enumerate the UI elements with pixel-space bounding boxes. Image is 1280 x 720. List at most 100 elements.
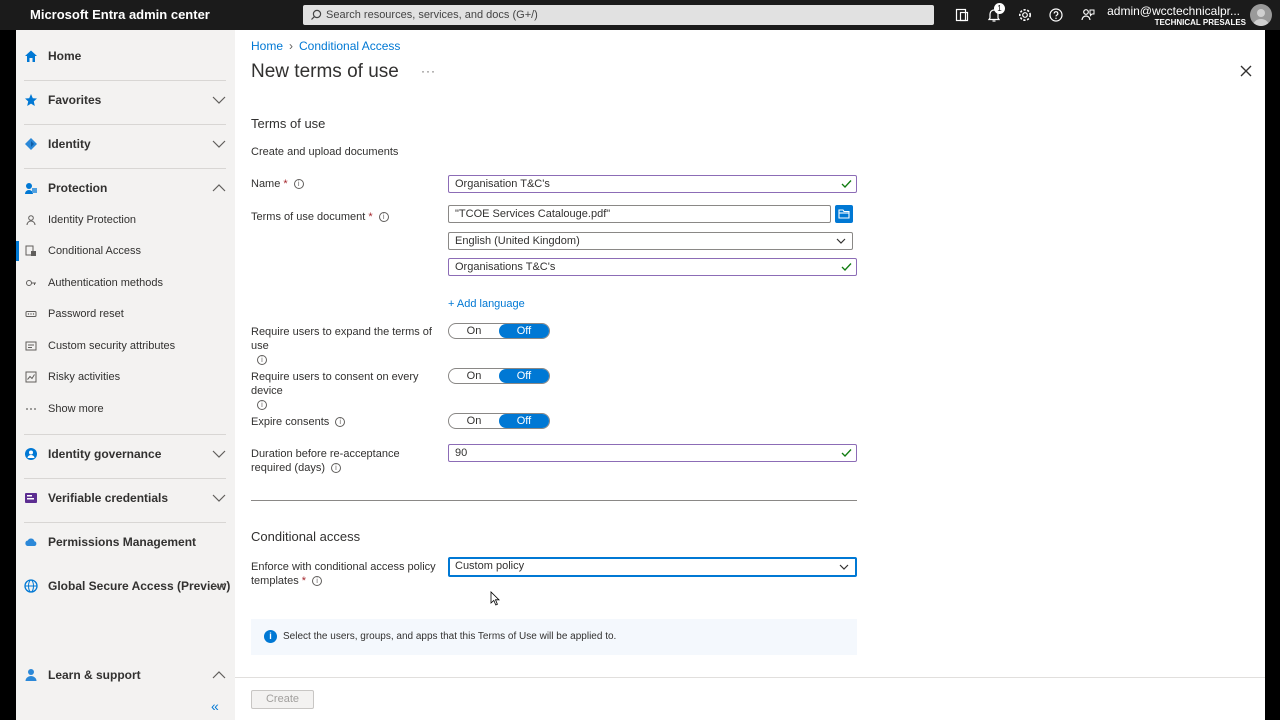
folder-icon: [838, 209, 850, 219]
sidebar-item-identity-protection[interactable]: Identity Protection: [16, 206, 235, 236]
check-icon: [841, 180, 852, 188]
chevron-down-icon: [212, 450, 226, 458]
sidebar-item-label: Risky activities: [48, 371, 121, 383]
sidebar-item-home[interactable]: Home: [16, 35, 235, 79]
expand-terms-toggle[interactable]: On Off: [448, 323, 550, 339]
left-edge: [0, 30, 16, 720]
sidebar-item-global-secure-access[interactable]: Global Secure Access (Preview): [16, 565, 235, 609]
terms-doc-file-input[interactable]: "TCOE Services Catalouge.pdf": [448, 205, 831, 223]
help-icon[interactable]: [1048, 7, 1064, 23]
expand-terms-label: Require users to expand the terms of use…: [251, 325, 441, 367]
close-icon[interactable]: [1240, 65, 1252, 77]
browse-file-button[interactable]: [835, 205, 853, 223]
toggle-off-option[interactable]: Off: [499, 369, 549, 383]
sidebar-item-risky-activities[interactable]: Risky activities: [16, 363, 235, 393]
enforce-policy-dropdown[interactable]: Custom policy: [448, 557, 857, 577]
chevron-down-icon: [212, 96, 226, 104]
terms-doc-label: Terms of use document * i: [251, 210, 389, 224]
consent-every-device-toggle[interactable]: On Off: [448, 368, 550, 384]
info-icon[interactable]: i: [312, 576, 323, 587]
sidebar-item-password-reset[interactable]: Password reset: [16, 300, 235, 330]
sidebar-item-label: Identity: [48, 137, 91, 151]
terms-section-title: Terms of use: [251, 116, 326, 131]
name-label: Name * i: [251, 177, 304, 191]
info-icon[interactable]: i: [293, 179, 304, 190]
breadcrumb-conditional-access-link[interactable]: Conditional Access: [299, 39, 400, 53]
info-icon[interactable]: i: [257, 400, 267, 411]
duration-label: Duration before re-acceptance required (…: [251, 447, 441, 475]
sidebar-item-learn-support[interactable]: Learn & support: [16, 654, 235, 698]
name-input[interactable]: Organisation T&C's: [448, 175, 857, 193]
notification-badge: 1: [994, 3, 1005, 14]
sidebar-item-conditional-access[interactable]: Conditional Access: [16, 237, 235, 267]
expire-consents-label-text: Expire consents: [251, 416, 330, 428]
expire-consents-toggle[interactable]: On Off: [448, 413, 550, 429]
sidebar-item-label: Permissions Management: [48, 535, 197, 549]
required-marker: *: [283, 178, 288, 190]
gear-icon[interactable]: [1017, 7, 1033, 23]
feedback-icon[interactable]: [1080, 7, 1096, 23]
sidebar-item-label: Home: [48, 49, 82, 63]
expand-terms-label-text: Require users to expand the terms of use: [251, 326, 432, 352]
sidebar-item-label: Custom security attributes: [48, 340, 176, 352]
toggle-off-option[interactable]: Off: [499, 414, 549, 428]
info-icon[interactable]: i: [330, 463, 341, 474]
sidebar-item-label: Identity Protection: [48, 214, 137, 226]
create-button[interactable]: Create: [251, 690, 314, 709]
sidebar-item-favorites[interactable]: Favorites: [16, 79, 235, 123]
consent-every-device-label: Require users to consent on every device…: [251, 370, 441, 412]
sidebar-item-show-more[interactable]: Show more: [16, 395, 235, 425]
name-label-text: Name: [251, 178, 281, 190]
page-title: New terms of use: [251, 61, 399, 82]
sidebar-item-label: Global Secure Access (Preview): [48, 579, 231, 593]
add-language-link[interactable]: + Add language: [448, 298, 525, 310]
portal-icon[interactable]: [954, 7, 970, 23]
sidebar: Home Favorites Identity Protection Ident…: [16, 30, 235, 720]
info-message-bar: i Select the users, groups, and apps tha…: [251, 619, 857, 655]
user-name[interactable]: admin@wcctechnicalpr...: [1107, 4, 1240, 18]
language-dropdown[interactable]: English (United Kingdom): [448, 232, 853, 250]
chevron-down-icon: [836, 238, 846, 244]
info-icon[interactable]: i: [257, 355, 267, 366]
toggle-off-option[interactable]: Off: [499, 324, 549, 338]
global-search[interactable]: Search resources, services, and docs (G+…: [303, 5, 934, 25]
terms-subtitle: Create and upload documents: [251, 146, 399, 158]
star-icon: [25, 94, 37, 106]
chevron-down-icon: [212, 582, 226, 590]
duration-input[interactable]: 90: [448, 444, 857, 462]
sidebar-item-verifiable-credentials[interactable]: Verifiable credentials: [16, 477, 235, 521]
sidebar-item-label: Show more: [48, 403, 104, 415]
section-divider: [251, 500, 857, 501]
terms-doc-label-text: Terms of use document: [251, 211, 366, 223]
chevron-up-icon: [212, 184, 226, 192]
display-name-value: Organisations T&C's: [455, 261, 556, 273]
breadcrumb-home-link[interactable]: Home: [251, 39, 283, 53]
app-title[interactable]: Microsoft Entra admin center: [30, 7, 210, 22]
sidebar-item-protection[interactable]: Protection: [16, 167, 235, 211]
avatar[interactable]: [1250, 4, 1272, 26]
right-edge: [1265, 30, 1280, 720]
cloud-icon: [25, 538, 37, 546]
toggle-on-option[interactable]: On: [449, 369, 499, 383]
info-icon[interactable]: i: [335, 417, 346, 428]
protection-icon: [25, 183, 37, 194]
sidebar-item-custom-security-attributes[interactable]: Custom security attributes: [16, 332, 235, 362]
password-icon: [25, 311, 37, 317]
sidebar-item-label: Authentication methods: [48, 277, 163, 289]
sidebar-item-label: Learn & support: [48, 668, 141, 682]
chevron-up-icon: [212, 671, 226, 679]
info-icon[interactable]: i: [378, 212, 389, 223]
terms-doc-file-value: "TCOE Services Catalouge.pdf": [455, 208, 611, 220]
sidebar-item-identity[interactable]: Identity: [16, 123, 235, 167]
more-options-button[interactable]: ···: [421, 64, 436, 78]
toggle-on-option[interactable]: On: [449, 324, 499, 338]
sidebar-item-identity-governance[interactable]: Identity governance: [16, 433, 235, 477]
display-name-input[interactable]: Organisations T&C's: [448, 258, 857, 276]
sidebar-item-authentication-methods[interactable]: Authentication methods: [16, 269, 235, 299]
search-icon: [311, 9, 322, 20]
enforce-policy-label: Enforce with conditional access policy t…: [251, 560, 441, 588]
sidebar-item-permissions-management[interactable]: Permissions Management: [16, 521, 235, 565]
collapse-sidebar-button[interactable]: «: [211, 698, 219, 714]
toggle-on-option[interactable]: On: [449, 414, 499, 428]
identity-diamond-icon: [25, 138, 37, 150]
